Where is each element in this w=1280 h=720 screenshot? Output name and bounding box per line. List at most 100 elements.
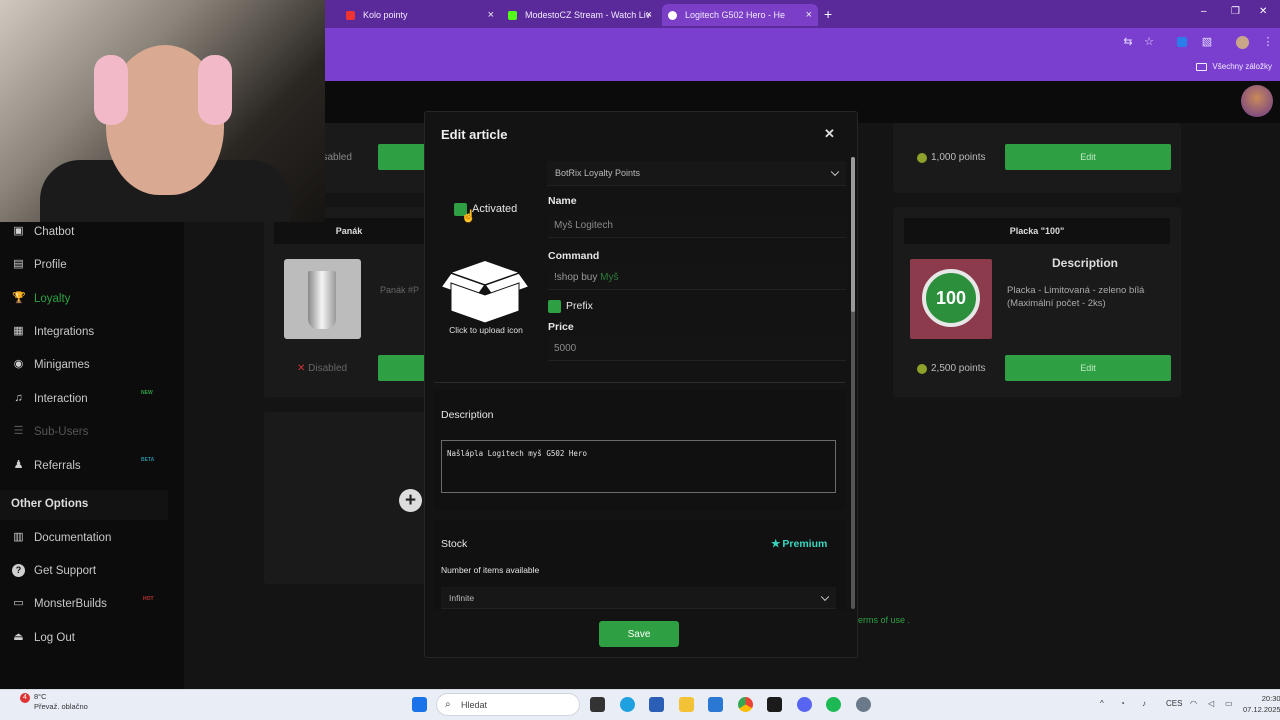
mic-icon[interactable]: ♪ [1142, 699, 1146, 708]
tab-kolo-pointy[interactable]: Kolo pointy × [340, 4, 500, 26]
close-tab-icon[interactable]: × [806, 9, 812, 21]
monitor-icon: ▭ [13, 597, 24, 609]
minimize-button[interactable]: – [1201, 6, 1207, 17]
outlook-icon[interactable] [708, 697, 723, 712]
tab-modestocz-stream[interactable]: ModestoCZ Stream - Watch Live × [502, 4, 658, 26]
sidebar-item-profile[interactable]: ▤ Profile [12, 258, 66, 271]
tray-chevron-icon[interactable]: ^ [1100, 699, 1104, 708]
new-tab-button[interactable]: + [824, 6, 832, 22]
sidebar-item-minigames[interactable]: ◉ Minigames [12, 358, 90, 371]
tab-logitech-g502[interactable]: Logitech G502 Hero - Herní myš × [662, 4, 818, 26]
clock[interactable]: 20:30 07.12.2025 [1243, 693, 1280, 715]
sidebar-item-label: Loyalty [34, 292, 71, 305]
user-avatar[interactable] [1241, 85, 1273, 117]
other-options-heading: Other Options [11, 498, 89, 510]
chat-icon: ▣ [13, 225, 24, 237]
menu-icon[interactable]: ⋮ [1262, 36, 1274, 48]
points-price: 1,000 points [917, 152, 986, 163]
network-icon[interactable]: ◔ [1120, 699, 1125, 708]
settings-icon[interactable] [856, 697, 871, 712]
translate-icon[interactable]: ⇆ [1122, 36, 1134, 48]
name-input[interactable]: Myš Logitech [548, 214, 846, 238]
sidebar-item-log-out[interactable]: ⏏ Log Out [12, 631, 75, 644]
edit-button[interactable] [378, 144, 428, 170]
cursor-icon: ☝ [461, 209, 476, 223]
all-bookmarks[interactable]: Všechny záložky [1196, 62, 1272, 71]
edit-button[interactable] [378, 355, 428, 381]
add-icon[interactable]: + [399, 489, 422, 512]
section-divider [434, 382, 845, 383]
box-icon [439, 261, 531, 324]
edit-button[interactable]: Edit [1005, 355, 1171, 381]
search-icon: ⌕ [445, 699, 451, 710]
sidebar-item-get-support[interactable]: ? Get Support [12, 564, 96, 577]
spotify-icon[interactable] [826, 697, 841, 712]
sidebar-item-label: Chatbot [34, 225, 75, 238]
close-icon[interactable]: ✕ [824, 126, 835, 142]
sidebar-item-integrations[interactable]: ▦ Integrations [12, 325, 94, 338]
sidebar-item-monsterbuilds[interactable]: ▭ MonsterBuilds [12, 597, 107, 610]
close-tab-icon[interactable]: × [646, 9, 652, 21]
extension-icon[interactable] [1177, 37, 1187, 47]
star-icon[interactable]: ☆ [1143, 36, 1155, 48]
users-icon: ☰ [13, 425, 24, 437]
edit-article-modal: Edit article ✕ BotRix Loyalty Points Act… [424, 111, 858, 658]
stock-select[interactable]: Infinite [441, 587, 836, 609]
explorer-icon[interactable] [679, 697, 694, 712]
discord-icon[interactable] [797, 697, 812, 712]
sidebar-item-interaction[interactable]: ♫ Interaction [12, 392, 87, 405]
price-input[interactable]: 5000 [548, 337, 846, 361]
kick-icon [508, 10, 517, 20]
modal-title: Edit article [441, 127, 508, 142]
upload-icon-label: Click to upload icon [449, 325, 523, 335]
tab-title: Kolo pointy [363, 10, 408, 20]
edit-button[interactable]: Edit [1005, 144, 1171, 170]
sidebar-item-chatbot[interactable]: ▣ Chatbot [12, 225, 74, 238]
sidebar-item-loyalty[interactable]: 🏆 Loyalty [12, 292, 70, 305]
task-view-icon[interactable] [590, 697, 605, 712]
battery-icon[interactable]: ▭ [1225, 699, 1233, 708]
modal-scroll-thumb[interactable] [851, 157, 855, 312]
trophy-icon: 🏆 [12, 292, 26, 304]
save-button[interactable]: Save [599, 621, 679, 647]
command-input[interactable]: !shop buy Myš [548, 266, 846, 290]
integrations-icon: ▦ [13, 325, 24, 337]
tab-title: Logitech G502 Hero - Herní myš [685, 10, 785, 20]
sidebar-item-label: Minigames [34, 358, 90, 371]
logout-icon: ⏏ [13, 631, 24, 643]
headphone-left [94, 55, 128, 125]
maximize-button[interactable]: ❐ [1231, 6, 1240, 17]
new-badge: NEW [141, 390, 153, 396]
edge-icon[interactable] [620, 697, 635, 712]
upload-icon-area[interactable] [437, 253, 533, 333]
taskbar-search[interactable]: ⌕ Hledat [436, 693, 580, 716]
app-icon[interactable] [767, 697, 782, 712]
description-textarea[interactable]: Našlápla Logitech myš G502 Hero [441, 440, 836, 493]
sidebar-item-documentation[interactable]: ▥ Documentation [12, 531, 111, 544]
puzzle-icon[interactable]: ▧ [1201, 36, 1213, 48]
folder-icon [1196, 62, 1208, 71]
close-tab-icon[interactable]: × [488, 9, 494, 21]
chrome-icon[interactable] [738, 697, 753, 712]
windows-start-icon[interactable] [412, 697, 427, 712]
prefix-checkbox[interactable] [548, 300, 561, 313]
store-icon[interactable] [649, 697, 664, 712]
coins-icon [917, 363, 927, 374]
sidebar-item-referrals[interactable]: ♟ Referrals [12, 459, 81, 472]
command-label: Command [548, 250, 600, 262]
premium-label: Premium [782, 538, 828, 550]
currency-select-value: BotRix Loyalty Points [555, 168, 641, 178]
headphone-right [198, 55, 232, 125]
profile-icon: ▤ [13, 258, 24, 270]
language-indicator[interactable]: CES [1166, 699, 1182, 708]
points-label: 1,000 points [931, 152, 986, 163]
volume-icon[interactable]: ◁ [1208, 699, 1214, 708]
clock-date: 07.12.2025 [1243, 705, 1280, 714]
wifi-icon[interactable]: ◠ [1190, 699, 1197, 708]
profile-avatar-icon[interactable] [1236, 36, 1249, 49]
currency-select[interactable]: BotRix Loyalty Points [547, 161, 846, 186]
terms-link[interactable]: erms of use . [858, 615, 910, 625]
sidebar-item-sub-users[interactable]: ☰ Sub-Users [12, 425, 89, 438]
music-icon: ♫ [14, 392, 23, 404]
close-window-button[interactable]: ✕ [1259, 6, 1267, 17]
